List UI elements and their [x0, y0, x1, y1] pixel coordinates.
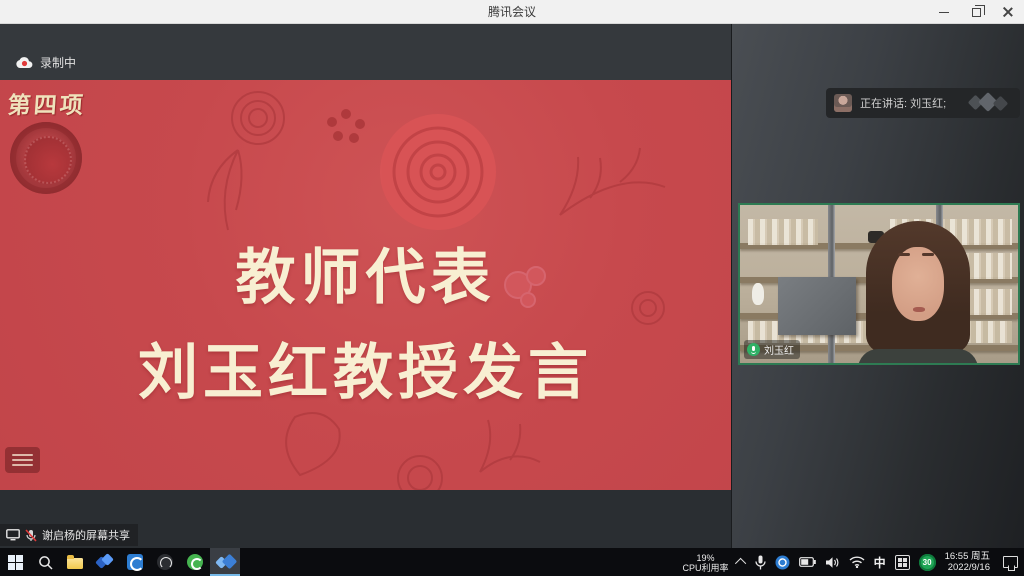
- recording-label: 录制中: [40, 54, 76, 71]
- ime-language-indicator[interactable]: 中: [874, 554, 886, 571]
- wifi-icon[interactable]: [849, 556, 865, 568]
- clock-date: 2022/9/16: [945, 562, 990, 573]
- cpu-usage-readout[interactable]: 19% CPU利用率: [683, 552, 729, 573]
- participant-name: 刘玉红: [764, 342, 794, 357]
- file-explorer-button[interactable]: [60, 548, 90, 576]
- minimize-icon: [939, 12, 949, 13]
- recording-strip: 录制中: [0, 24, 731, 80]
- clock-time: 16:55 周五: [945, 551, 990, 562]
- screen-share-banner[interactable]: 谢启杨的屏幕共享: [0, 524, 138, 546]
- search-icon: [38, 555, 53, 570]
- window-title: 腾讯会议: [0, 0, 1024, 24]
- search-button[interactable]: [30, 548, 60, 576]
- slide-outline-button[interactable]: [5, 447, 40, 473]
- minimize-button[interactable]: [928, 0, 960, 24]
- blue-squares-app-icon: [97, 554, 113, 570]
- tencent-meeting-icon: [216, 555, 234, 569]
- meeting-main: 录制中: [0, 24, 1024, 548]
- mic-on-icon: [747, 343, 760, 356]
- school-emblem: [10, 122, 82, 194]
- speaker-label: 正在讲话: 刘玉红;: [860, 95, 946, 111]
- blue-browser-app-icon: [127, 554, 143, 570]
- cpu-percent: 19%: [683, 553, 729, 563]
- slide-title-line1: 教师代表: [0, 230, 731, 325]
- ime-keyboard-icon[interactable]: [895, 555, 910, 570]
- window-controls: [928, 0, 1024, 24]
- presentation-slide: 第四项 教师代表 刘玉红教授发言: [0, 80, 731, 490]
- window-titlebar: 腾讯会议: [0, 0, 1024, 24]
- taskbar-apps: [0, 548, 240, 576]
- speaker-avatar: [834, 94, 852, 112]
- taskbar-app-tencent-meeting[interactable]: [210, 548, 240, 576]
- green-browser-app-icon: [187, 554, 203, 570]
- battery-icon[interactable]: [799, 557, 816, 567]
- taskbar-app-green-browser[interactable]: [180, 548, 210, 576]
- start-button[interactable]: [0, 548, 30, 576]
- muted-mic-icon: [25, 529, 37, 542]
- cpu-label: CPU利用率: [683, 563, 729, 573]
- slide-title: 教师代表 刘玉红教授发言: [0, 230, 731, 420]
- system-tray: 19% CPU利用率: [683, 548, 1024, 576]
- taskbar-app-blue-browser[interactable]: [120, 548, 150, 576]
- windows-taskbar: 19% CPU利用率: [0, 548, 1024, 576]
- participant-video[interactable]: 刘玉红: [738, 203, 1020, 365]
- close-button[interactable]: [992, 0, 1024, 24]
- meeting-logo-icon: [968, 92, 1012, 114]
- close-icon: [1003, 7, 1013, 17]
- slide-title-line2: 刘玉红教授发言: [0, 325, 731, 420]
- taskbar-clock[interactable]: 16:55 周五 2022/9/16: [945, 551, 990, 573]
- participant-person: [858, 221, 978, 365]
- sync-app-tray-icon[interactable]: [775, 555, 790, 570]
- dark-circle-app-icon: [157, 554, 173, 570]
- microphone-tray-icon[interactable]: [755, 555, 766, 570]
- slide-corner-label: 第四项: [7, 86, 87, 120]
- recording-indicator[interactable]: 录制中: [16, 54, 76, 71]
- screen: 腾讯会议 录制中: [0, 0, 1024, 576]
- tray-expand-chevron-icon[interactable]: [734, 558, 745, 569]
- restore-button[interactable]: [960, 0, 992, 24]
- screen-icon: [6, 529, 20, 541]
- speaker-icon[interactable]: [825, 556, 840, 569]
- participant-nametag: 刘玉红: [744, 340, 800, 359]
- folder-icon: [67, 558, 83, 569]
- action-center-icon[interactable]: [1003, 556, 1018, 568]
- restore-icon: [972, 8, 981, 17]
- taskbar-app-dark-circle[interactable]: [150, 548, 180, 576]
- windows-logo-icon: [8, 555, 23, 570]
- participants-panel: 正在讲话: 刘玉红;: [731, 24, 1024, 548]
- antivirus-badge[interactable]: 30: [919, 554, 936, 571]
- taskbar-app-blue-squares[interactable]: [90, 548, 120, 576]
- share-banner-label: 谢启杨的屏幕共享: [42, 527, 130, 543]
- active-speaker-indicator[interactable]: 正在讲话: 刘玉红;: [826, 88, 1020, 118]
- record-cloud-icon: [16, 56, 33, 69]
- shared-screen-area: 录制中: [0, 24, 731, 548]
